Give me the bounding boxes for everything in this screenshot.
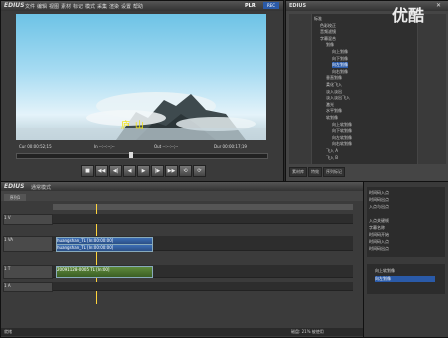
tree-item[interactable]: 向左软划像 bbox=[332, 135, 352, 141]
effects-left-panel bbox=[289, 14, 311, 164]
sequence-tab[interactable]: 序列1 bbox=[4, 194, 26, 201]
status-bar: 就绪 磁盘: 21% 被使用 bbox=[1, 328, 363, 336]
menu-file[interactable]: 文件 bbox=[25, 3, 35, 10]
menu-help[interactable]: 帮助 bbox=[133, 3, 143, 10]
tree-item[interactable]: 飞入 A bbox=[326, 148, 338, 154]
effects-tree: 标准 色彩校正 音频滤镜 字幕混合 划像 向上划像 向下划像 向左划像 向右划像 垂直划像 柔化飞入… bbox=[312, 14, 417, 164]
play-reverse-button[interactable]: ◀ bbox=[123, 165, 136, 177]
tab-effects[interactable]: 特效 bbox=[308, 167, 322, 177]
info-row: 时间码出点 bbox=[369, 197, 389, 202]
track-lane[interactable] bbox=[53, 214, 353, 224]
watermark-logo: 优酷 bbox=[392, 6, 425, 25]
scrub-handle[interactable] bbox=[129, 152, 133, 158]
timecode-bar: Cur 00:00:52;15 In --:--:--;-- Out --:--… bbox=[19, 144, 271, 150]
tree-item[interactable]: 软划像 bbox=[326, 115, 338, 121]
tree-item[interactable]: 淡入淡出飞入 bbox=[326, 95, 350, 101]
transport-controls: ■ ◀◀ ◀| ◀ ▶ |▶ ▶▶ ⟲ ⟳ bbox=[81, 165, 207, 179]
tree-item[interactable]: 柔化飞入 bbox=[326, 82, 342, 88]
track-header[interactable]: 1 T bbox=[3, 265, 53, 279]
tree-item[interactable]: 字幕混合 bbox=[320, 36, 336, 42]
tree-item[interactable]: 标准 bbox=[314, 16, 322, 22]
info-list: 时间码入点 时间码出点 入点与出点 入点关键帧 字幕名称 时间码开始 时间码入点 时间码出点 bbox=[367, 187, 445, 257]
info-row: 字幕名称 bbox=[369, 225, 385, 230]
mode-label[interactable]: 通常模式 bbox=[31, 184, 51, 191]
timeline-logo: EDIUS bbox=[4, 183, 25, 190]
tree-item[interactable]: 垂直划像 bbox=[326, 75, 342, 81]
layer-item[interactable]: 向上软划像 bbox=[375, 268, 435, 274]
menu-mode[interactable]: 模式 bbox=[85, 3, 95, 10]
info-panel: 时间码入点 时间码出点 入点与出点 入点关键帧 字幕名称 时间码开始 时间码入点 时间码出点 … bbox=[363, 181, 448, 338]
tree-item[interactable]: 向上划像 bbox=[332, 49, 348, 55]
layer-item[interactable]: 向左划像 bbox=[375, 276, 435, 282]
dur-timecode: Dur 00:00:17;19 bbox=[214, 144, 247, 149]
effects-window: EDIUS ✕ 标准 色彩校正 音频滤镜 字幕混合 划像 向上划像 向下划像 向左划像 向右划像… bbox=[285, 0, 448, 183]
tree-item[interactable]: 向左划像 bbox=[332, 62, 348, 69]
loop-button[interactable]: ⟲ bbox=[179, 165, 192, 177]
timeline-ruler[interactable] bbox=[53, 204, 353, 210]
out-timecode: Out --:--:--;-- bbox=[154, 144, 179, 149]
menu-capture[interactable]: 采集 bbox=[97, 3, 107, 10]
repeat-button[interactable]: ⟳ bbox=[193, 165, 206, 177]
edius-logo: EDIUS bbox=[4, 2, 25, 9]
player-menubar: EDIUS 文件 编辑 视图 素材 标记 模式 采集 渲染 设置 帮助 PLR … bbox=[1, 1, 283, 11]
player-window: EDIUS 文件 编辑 视图 素材 标记 模式 采集 渲染 设置 帮助 PLR … bbox=[0, 0, 284, 183]
info-row: 入点关键帧 bbox=[369, 218, 389, 223]
tree-item[interactable]: 飞入 B bbox=[326, 155, 338, 161]
info-row: 入点与出点 bbox=[369, 204, 389, 209]
close-icon[interactable]: ✕ bbox=[436, 2, 441, 9]
info-row: 时间码出点 bbox=[369, 246, 389, 251]
stop-button[interactable]: ■ bbox=[81, 165, 94, 177]
effects-tabs: 素材库 特效 序列标记 bbox=[289, 167, 446, 177]
tree-item[interactable]: 色彩校正 bbox=[320, 23, 336, 29]
plr-button[interactable]: PLR bbox=[245, 3, 256, 9]
tree-item[interactable]: 向右软划像 bbox=[332, 141, 352, 147]
in-timecode: In --:--:--;-- bbox=[94, 144, 115, 149]
tree-item[interactable]: 向上软划像 bbox=[332, 122, 352, 128]
disk-usage: 磁盘: 21% 被使用 bbox=[291, 329, 324, 334]
tree-item[interactable]: 向右划像 bbox=[332, 69, 348, 75]
layer-list: 向上软划像 向左划像 bbox=[367, 264, 445, 294]
tab-bin[interactable]: 素材库 bbox=[289, 167, 307, 177]
menu-settings[interactable]: 设置 bbox=[121, 3, 131, 10]
tree-item[interactable]: 划像 bbox=[326, 42, 334, 48]
track-header[interactable]: 1 A bbox=[3, 282, 53, 292]
timeline-window: EDIUS 通常模式 序列1 就绪 磁盘: 21% 被使用 1 V 1 VA 1 T… bbox=[0, 181, 364, 338]
tree-item[interactable]: 向下划像 bbox=[332, 56, 348, 62]
track-lane[interactable] bbox=[53, 282, 353, 291]
fast-forward-button[interactable]: ▶▶ bbox=[165, 165, 178, 177]
timeline-menubar: EDIUS 通常模式 bbox=[1, 182, 363, 191]
tree-item[interactable]: 淡入淡出 bbox=[326, 89, 342, 95]
prev-frame-button[interactable]: ◀| bbox=[109, 165, 122, 177]
track-header[interactable]: 1 V bbox=[3, 214, 53, 225]
scrub-bar[interactable] bbox=[16, 153, 268, 159]
rec-button[interactable]: REC bbox=[263, 2, 279, 9]
cur-timecode: Cur 00:00:52;15 bbox=[19, 144, 52, 149]
info-row: 时间码开始 bbox=[369, 232, 389, 237]
title-caption: 庐 山 bbox=[121, 121, 145, 131]
menu-marker[interactable]: 标记 bbox=[73, 3, 83, 10]
preview-monitor: 庐 山 bbox=[16, 14, 266, 140]
next-frame-button[interactable]: |▶ bbox=[151, 165, 164, 177]
track-header[interactable]: 1 VA bbox=[3, 236, 53, 252]
tab-markers[interactable]: 序列标记 bbox=[323, 167, 345, 177]
tree-item[interactable]: 水平划像 bbox=[326, 108, 342, 114]
tree-item[interactable]: 音频滤镜 bbox=[320, 29, 336, 35]
rewind-button[interactable]: ◀◀ bbox=[95, 165, 108, 177]
status-text: 就绪 bbox=[4, 329, 12, 334]
menu-clip[interactable]: 素材 bbox=[61, 3, 71, 10]
info-row: 时间码入点 bbox=[369, 239, 389, 244]
tree-item[interactable]: 向下软划像 bbox=[332, 128, 352, 134]
effects-title: EDIUS bbox=[289, 3, 307, 9]
tree-item[interactable]: 激光 bbox=[326, 102, 334, 108]
timeline-clip[interactable]: huangshan_TL [In:00:00:00] bbox=[56, 244, 153, 252]
menu-render[interactable]: 渲染 bbox=[109, 3, 119, 10]
timeline-clip[interactable]: 20091128-0005 TL [In:00] bbox=[56, 266, 153, 278]
menu-edit[interactable]: 编辑 bbox=[37, 3, 47, 10]
info-row: 时间码入点 bbox=[369, 190, 389, 195]
play-button[interactable]: ▶ bbox=[137, 165, 150, 177]
menu-view[interactable]: 视图 bbox=[49, 3, 59, 10]
timeline-toolbar bbox=[1, 191, 363, 201]
effects-right-panel bbox=[418, 14, 446, 164]
